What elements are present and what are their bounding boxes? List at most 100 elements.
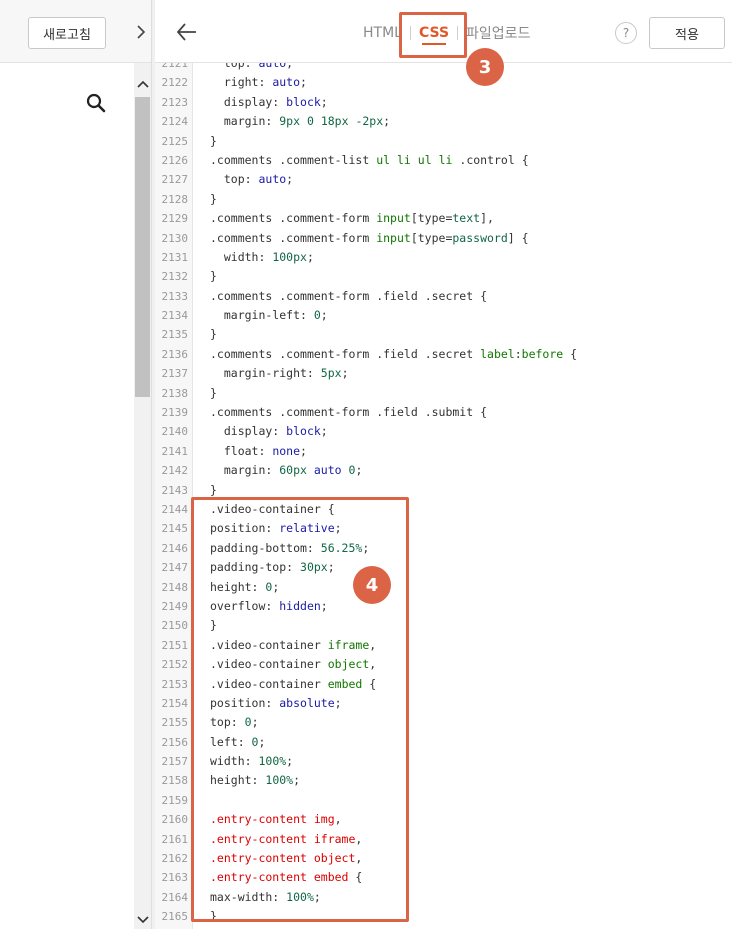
line-number: 2162 <box>161 852 189 866</box>
line-text: display: block; <box>210 94 328 109</box>
line-number: 2135 <box>161 328 189 342</box>
code-line: 2140 display: block; <box>155 422 732 441</box>
vertical-scrollbar[interactable] <box>134 63 151 929</box>
line-number: 2163 <box>161 871 189 885</box>
chevron-right-icon[interactable] <box>131 16 151 48</box>
line-number: 2154 <box>161 696 189 710</box>
code-line: 2142 margin: 60px auto 0; <box>155 461 732 480</box>
line-number: 2130 <box>161 231 189 245</box>
line-text: margin-left: 0; <box>210 308 328 323</box>
line-text: } <box>210 385 217 400</box>
line-number: 2159 <box>161 793 189 807</box>
line-text: display: block; <box>210 424 328 439</box>
scroll-up-icon[interactable] <box>134 77 151 91</box>
line-text: } <box>210 191 217 206</box>
line-number: 2136 <box>161 347 189 361</box>
line-number: 2146 <box>161 541 189 555</box>
line-number: 2122 <box>161 76 189 90</box>
code-line: 2138} <box>155 384 732 403</box>
line-number: 2124 <box>161 115 189 129</box>
code-line: 2141 float: none; <box>155 442 732 461</box>
line-text: } <box>210 269 217 284</box>
line-number: 2153 <box>161 677 189 691</box>
line-number: 2156 <box>161 735 189 749</box>
line-number: 2137 <box>161 367 189 381</box>
line-number: 2121 <box>161 63 189 70</box>
line-number: 2131 <box>161 250 189 264</box>
line-number: 2150 <box>161 619 189 633</box>
code-line: 2125} <box>155 132 732 151</box>
code-line: 2128} <box>155 190 732 209</box>
arrow-left-icon[interactable] <box>175 20 199 44</box>
code-line: 2131 width: 100px; <box>155 248 732 267</box>
line-number: 2140 <box>161 425 189 439</box>
code-line: 2123 display: block; <box>155 93 732 112</box>
line-number: 2148 <box>161 580 189 594</box>
line-number: 2142 <box>161 464 189 478</box>
line-text: .comments .comment-form .field .secret l… <box>210 346 578 361</box>
line-number: 2139 <box>161 406 189 420</box>
line-number: 2145 <box>161 522 189 536</box>
line-number: 2157 <box>161 755 189 769</box>
line-number: 2152 <box>161 658 189 672</box>
line-number: 2155 <box>161 716 189 730</box>
line-number: 2160 <box>161 813 189 827</box>
apply-button[interactable]: 적용 <box>649 17 725 49</box>
step-badge-4: 4 <box>353 566 391 604</box>
code-line: 2132} <box>155 267 732 286</box>
line-text: .comments .comment-form input[type=passw… <box>210 230 529 245</box>
left-toolbar: 새로고침 <box>0 0 155 63</box>
line-text: top: auto; <box>210 172 294 187</box>
code-line: 2136 .comments .comment-form .field .secr… <box>155 345 732 364</box>
line-text: .comments .comment-form input[type=text]… <box>210 211 494 226</box>
line-number: 2126 <box>161 153 189 167</box>
scroll-thumb[interactable] <box>135 97 150 397</box>
line-number: 2164 <box>161 890 189 904</box>
code-line: 2133 .comments .comment-form .field .secr… <box>155 287 732 306</box>
line-number: 2147 <box>161 561 189 575</box>
step-badge-3: 3 <box>466 48 504 86</box>
line-number: 2144 <box>161 502 189 516</box>
line-text: } <box>210 133 217 148</box>
line-number: 2129 <box>161 212 189 226</box>
tab-file-upload-label: 파일업로드 <box>466 26 531 42</box>
code-line: 2124 margin: 9px 0 18px -2px; <box>155 112 732 131</box>
code-line: 2121 top: auto; <box>155 63 732 73</box>
line-text: margin: 9px 0 18px -2px; <box>210 114 391 129</box>
code-line: 2134 margin-left: 0; <box>155 306 732 325</box>
refresh-button[interactable]: 새로고침 <box>28 17 106 49</box>
tab-file-upload[interactable]: 파일업로드 <box>458 16 538 50</box>
line-number: 2134 <box>161 309 189 323</box>
line-number: 2138 <box>161 386 189 400</box>
line-text: .comments .comment-form .field .secret { <box>210 288 488 303</box>
line-number: 2133 <box>161 289 189 303</box>
line-number: 2141 <box>161 444 189 458</box>
line-number: 2149 <box>161 599 189 613</box>
code-line: 2139 .comments .comment-form .field .subm… <box>155 403 732 422</box>
scroll-down-icon[interactable] <box>134 913 151 927</box>
line-text: float: none; <box>210 443 307 458</box>
highlight-box-code <box>191 497 409 922</box>
line-text: margin: 60px auto 0; <box>210 463 363 478</box>
code-line: 2127 top: auto; <box>155 170 732 189</box>
tab-html-label: HTML <box>363 25 402 41</box>
line-text: } <box>210 327 217 342</box>
line-text: right: auto; <box>210 75 307 90</box>
code-line: 2137 margin-right: 5px; <box>155 364 732 383</box>
line-number: 2123 <box>161 95 189 109</box>
line-number: 2158 <box>161 774 189 788</box>
line-text: .comments .comment-list ul li ul li .con… <box>210 152 529 167</box>
line-text: top: auto; <box>210 63 294 70</box>
line-number: 2127 <box>161 173 189 187</box>
help-button[interactable]: ? <box>615 22 637 44</box>
line-number: 2125 <box>161 134 189 148</box>
line-text: margin-right: 5px; <box>210 366 349 381</box>
code-line: 2122 right: auto; <box>155 73 732 92</box>
line-number: 2165 <box>161 910 189 924</box>
search-icon[interactable] <box>86 93 106 113</box>
line-text: .comments .comment-form .field .submit { <box>210 405 488 420</box>
code-line: 2126 .comments .comment-list ul li ul li … <box>155 151 732 170</box>
line-number: 2132 <box>161 270 189 284</box>
code-line: 2135} <box>155 325 732 344</box>
line-text: width: 100px; <box>210 249 314 264</box>
